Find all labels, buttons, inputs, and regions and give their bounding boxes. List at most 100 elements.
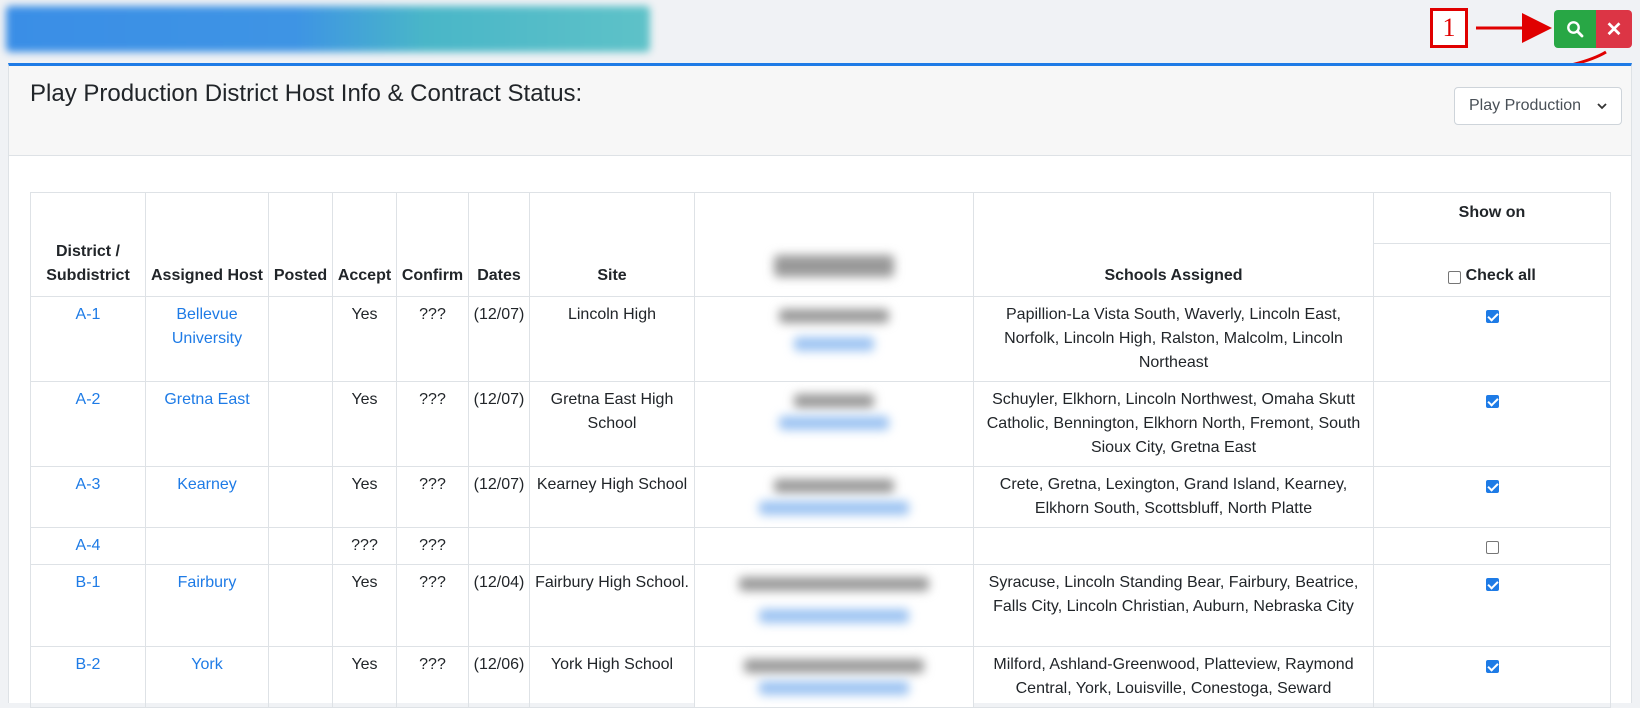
accept-cell: Yes xyxy=(332,381,397,467)
redacted-cell xyxy=(694,296,974,382)
schools-cell: Papillion-La Vista South, Waverly, Linco… xyxy=(973,296,1374,382)
posted-cell xyxy=(268,564,333,647)
dates-cell: (12/07) xyxy=(468,466,530,528)
check-all-checkbox[interactable] xyxy=(1448,271,1462,285)
district-cell: A-1 xyxy=(30,296,146,382)
show-on-checkbox[interactable] xyxy=(1485,395,1499,409)
table-row: B-1 Fairbury Yes??? (12/04) Fairbury High Sc… xyxy=(30,564,1611,647)
col-host: Assigned Host xyxy=(145,192,269,297)
district-cell-link[interactable]: A-4 xyxy=(76,537,101,554)
show-on-checkbox[interactable] xyxy=(1485,541,1499,555)
check-all-control[interactable]: Check all xyxy=(1448,267,1536,285)
show-on-cell xyxy=(1373,466,1611,528)
col-confirm: Confirm xyxy=(396,192,469,297)
dates-cell: (12/07) xyxy=(468,296,530,382)
page-title: Play Production District Host Info & Con… xyxy=(30,80,583,107)
annotation-label-1: 1 xyxy=(1430,8,1468,48)
district-cell: B-2 xyxy=(30,646,146,708)
host-cell: Fairbury xyxy=(145,564,269,647)
host-cell-link[interactable]: Kearney xyxy=(177,476,237,493)
show-on-cell xyxy=(1373,527,1611,565)
host-cell: Gretna East xyxy=(145,381,269,467)
confirm-cell: ??? xyxy=(396,466,469,528)
district-cell: B-1 xyxy=(30,564,146,647)
table-row: A-2 Gretna East Yes??? (12/07) Gretna East H… xyxy=(30,381,1611,467)
show-on-cell xyxy=(1373,381,1611,467)
table-row: A-3 Kearney Yes??? (12/07) Kearney High Scho… xyxy=(30,466,1611,528)
district-host-table: District / Subdistrict Assigned Host Pos… xyxy=(30,192,1611,708)
accept-cell: Yes xyxy=(332,646,397,708)
district-cell-link[interactable]: A-3 xyxy=(76,476,101,493)
site-cell: York High School xyxy=(529,646,695,708)
redacted-cell xyxy=(694,646,974,708)
district-cell-link[interactable]: A-1 xyxy=(76,306,101,323)
redacted-cell xyxy=(694,381,974,467)
district-cell: A-4 xyxy=(30,527,146,565)
site-cell: Kearney High School xyxy=(529,466,695,528)
schools-cell: Syracuse, Lincoln Standing Bear, Fairbur… xyxy=(973,564,1374,647)
show-on-cell xyxy=(1373,564,1611,647)
show-on-checkbox[interactable] xyxy=(1485,578,1499,592)
posted-cell xyxy=(268,381,333,467)
schools-cell: Milford, Ashland-Greenwood, Platteview, … xyxy=(973,646,1374,708)
col-accept: Accept xyxy=(332,192,397,297)
card-header: Play Production District Host Info & Con… xyxy=(9,66,1631,156)
confirm-cell: ??? xyxy=(396,296,469,382)
show-on-label: Show on xyxy=(1374,201,1610,244)
table-row: A-4?????? xyxy=(30,527,1611,565)
accept-cell: ??? xyxy=(332,527,397,565)
district-cell: A-2 xyxy=(30,381,146,467)
accept-cell: Yes xyxy=(332,466,397,528)
col-schools: Schools Assigned xyxy=(973,192,1374,297)
district-cell-link[interactable]: B-2 xyxy=(76,656,101,673)
show-on-checkbox[interactable] xyxy=(1485,310,1499,324)
confirm-cell: ??? xyxy=(396,527,469,565)
posted-cell xyxy=(268,466,333,528)
schools-cell: Crete, Gretna, Lexington, Grand Island, … xyxy=(973,466,1374,528)
host-cell-link[interactable]: Bellevue University xyxy=(172,306,242,347)
dates-cell xyxy=(468,527,530,565)
search-icon xyxy=(1567,21,1584,38)
show-on-checkbox[interactable] xyxy=(1485,660,1499,674)
col-district: District / Subdistrict xyxy=(30,192,146,297)
show-on-cell xyxy=(1373,646,1611,708)
show-on-checkbox[interactable] xyxy=(1485,480,1499,494)
table-header-row: District / Subdistrict Assigned Host Pos… xyxy=(30,192,1611,297)
dates-cell: (12/04) xyxy=(468,564,530,647)
dates-cell: (12/07) xyxy=(468,381,530,467)
close-button[interactable]: ✕ xyxy=(1596,10,1632,48)
host-cell: York xyxy=(145,646,269,708)
confirm-cell: ??? xyxy=(396,646,469,708)
posted-cell xyxy=(268,296,333,382)
redacted-cell xyxy=(694,527,974,565)
host-cell-link[interactable]: York xyxy=(191,656,222,673)
table-row: A-1 Bellevue University Yes??? (12/07) Linco… xyxy=(30,296,1611,382)
confirm-cell: ??? xyxy=(396,564,469,647)
dates-cell: (12/06) xyxy=(468,646,530,708)
check-all-label: Check all xyxy=(1465,267,1536,284)
confirm-cell: ??? xyxy=(396,381,469,467)
redacted-cell xyxy=(694,564,974,647)
schools-cell: Schuyler, Elkhorn, Lincoln Northwest, Om… xyxy=(973,381,1374,467)
host-cell-link[interactable]: Fairbury xyxy=(178,574,237,591)
contract-status-card: Play Production District Host Info & Con… xyxy=(8,63,1632,708)
activity-select-value: Play Production xyxy=(1469,97,1582,114)
site-cell: Fairbury High School. xyxy=(529,564,695,647)
district-cell-link[interactable]: A-2 xyxy=(76,391,101,408)
activity-select[interactable]: Play Production xyxy=(1454,87,1622,125)
show-on-cell xyxy=(1373,296,1611,382)
col-show-on: Show on Check all xyxy=(1373,192,1611,297)
posted-cell xyxy=(268,646,333,708)
redacted-cell xyxy=(694,466,974,528)
col-posted: Posted xyxy=(268,192,333,297)
site-cell: Gretna East High School xyxy=(529,381,695,467)
district-cell-link[interactable]: B-1 xyxy=(76,574,101,591)
host-cell-link[interactable]: Gretna East xyxy=(164,391,249,408)
posted-cell xyxy=(268,527,333,565)
site-cell: Lincoln High xyxy=(529,296,695,382)
host-cell xyxy=(145,527,269,565)
search-button[interactable] xyxy=(1554,10,1596,48)
accept-cell: Yes xyxy=(332,296,397,382)
host-cell: Bellevue University xyxy=(145,296,269,382)
schools-cell xyxy=(973,527,1374,565)
